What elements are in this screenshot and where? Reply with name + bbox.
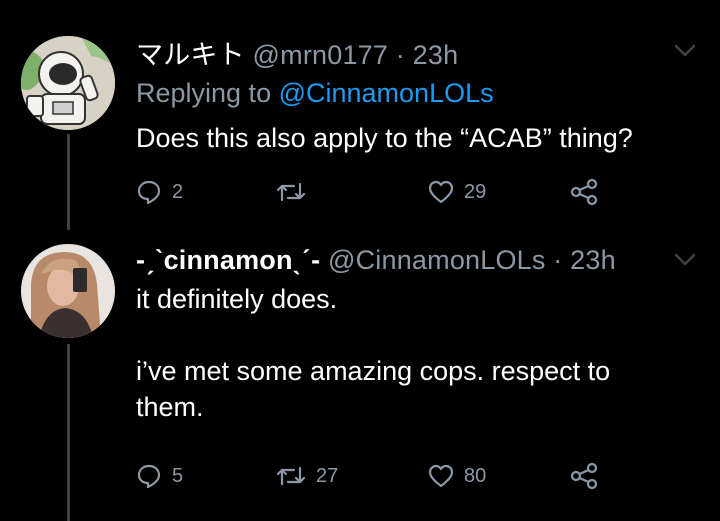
handle-and-time[interactable]: @CinnamonLOLs · 23h — [328, 245, 616, 275]
like-button[interactable]: 80 — [428, 460, 486, 492]
heart-icon — [428, 464, 454, 488]
share-icon — [570, 179, 598, 205]
reply-count: 5 — [172, 464, 184, 487]
reply-count: 2 — [172, 180, 184, 203]
reply-button[interactable]: 5 — [136, 460, 183, 492]
retweet-button[interactable] — [276, 176, 316, 208]
like-count: 80 — [464, 464, 487, 487]
retweet-icon — [276, 466, 306, 486]
display-name[interactable]: -ˏˋcinnamonˎˊ- — [136, 245, 320, 275]
tweet-text: Does this also apply to the “ACAB” thing… — [136, 123, 633, 153]
replying-to-label: Replying to — [136, 78, 279, 108]
thread-connector-bottom — [67, 344, 70, 521]
like-count: 29 — [464, 180, 487, 203]
mention-link[interactable]: @CinnamonLOLs — [279, 78, 494, 108]
chevron-down-icon[interactable] — [674, 253, 696, 267]
reply-button[interactable]: 2 — [136, 176, 183, 208]
retweet-icon — [276, 182, 306, 202]
replying-to: Replying to @CinnamonLOLs — [136, 78, 494, 109]
handle-and-time[interactable]: @mrn0177 · 23h — [253, 40, 459, 70]
share-icon — [570, 463, 598, 489]
thread-connector — [67, 134, 70, 230]
tweet-text: it definitely does. i’ve met some amazin… — [136, 284, 611, 422]
display-name[interactable]: マルキト — [136, 40, 245, 70]
retweet-button[interactable]: 27 — [276, 460, 338, 492]
avatar[interactable] — [21, 36, 115, 130]
like-button[interactable]: 29 — [428, 176, 486, 208]
selfie-avatar-icon — [21, 244, 115, 338]
share-button[interactable] — [570, 176, 598, 208]
reply-icon — [137, 464, 161, 489]
chevron-down-icon[interactable] — [674, 44, 696, 58]
retweet-count: 27 — [316, 464, 339, 487]
tweet-1-header: マルキト @mrn0177 · 23h — [136, 33, 458, 72]
tweet-2-header: -ˏˋcinnamonˎˊ- @CinnamonLOLs · 23h — [136, 245, 616, 276]
avatar[interactable] — [21, 244, 115, 338]
astronaut-avatar-icon — [21, 36, 115, 130]
reply-icon — [137, 180, 161, 205]
share-button[interactable] — [570, 460, 598, 492]
heart-icon — [428, 180, 454, 204]
